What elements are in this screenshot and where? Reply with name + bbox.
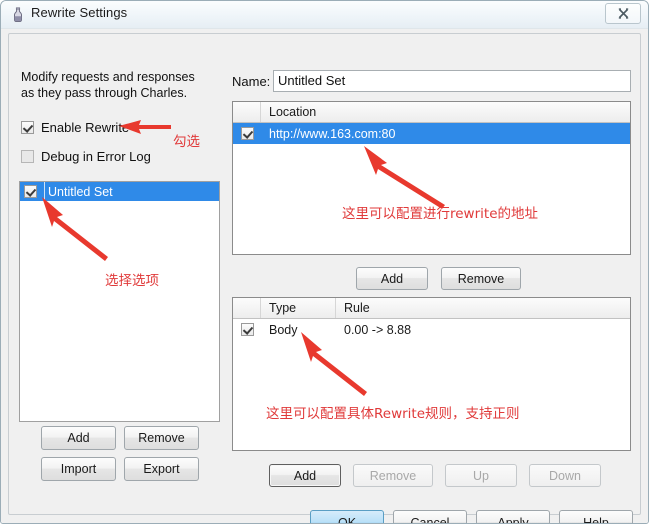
close-icon xyxy=(618,8,628,19)
debug-in-error-log-checkbox[interactable] xyxy=(21,150,34,163)
rule-check-column-header xyxy=(233,298,261,318)
rewrite-settings-dialog: Rewrite Settings Modify requests and res… xyxy=(0,0,649,524)
name-input[interactable]: Untitled Set xyxy=(273,70,631,92)
add-rule-button[interactable]: Add xyxy=(269,464,341,487)
description-text: Modify requests and responses as they pa… xyxy=(21,70,195,100)
annotation-select-set: 选择选项 xyxy=(105,273,159,289)
location-row-checkbox-cell[interactable] xyxy=(233,123,261,144)
table-row[interactable]: Body 0.00 -> 8.88 xyxy=(233,319,630,340)
charles-bottle-icon xyxy=(10,7,26,23)
window-title: Rewrite Settings xyxy=(31,5,128,20)
enable-rewrite-checkbox[interactable] xyxy=(21,121,34,134)
ok-button[interactable]: OK xyxy=(310,510,384,523)
rule-row-checkbox-cell[interactable] xyxy=(233,319,261,340)
set-name-label: Untitled Set xyxy=(48,184,113,199)
annotation-enable-rewrite: 勾选 xyxy=(173,134,200,150)
location-table[interactable]: Location http://www.163.com:80 xyxy=(232,101,631,255)
rule-value-cell: 0.00 -> 8.88 xyxy=(344,322,412,337)
set-enabled-checkbox[interactable] xyxy=(24,185,37,198)
table-row[interactable]: http://www.163.com:80 xyxy=(233,123,630,144)
rule-table-header: Type Rule xyxy=(233,298,630,319)
title-bar: Rewrite Settings xyxy=(1,1,648,29)
remove-set-button[interactable]: Remove xyxy=(124,426,199,450)
import-button[interactable]: Import xyxy=(41,457,116,481)
rule-column-header: Rule xyxy=(344,301,370,315)
move-rule-down-button: Down xyxy=(529,464,601,487)
move-rule-up-button: Up xyxy=(445,464,517,487)
annotation-location-hint: 这里可以配置进行rewrite的地址 xyxy=(342,206,539,222)
list-item[interactable]: Untitled Set xyxy=(20,182,219,201)
remove-location-button[interactable]: Remove xyxy=(441,267,521,290)
debug-in-error-log-label: Debug in Error Log xyxy=(41,149,151,164)
name-label: Name: xyxy=(232,74,271,89)
rule-type-cell: Body xyxy=(269,322,298,337)
location-enabled-checkbox[interactable] xyxy=(240,127,254,140)
cancel-button[interactable]: Cancel xyxy=(393,510,467,523)
add-location-button[interactable]: Add xyxy=(356,267,428,290)
annotation-rule-hint: 这里可以配置具体Rewrite规则，支持正则 xyxy=(266,406,520,422)
location-table-header: Location xyxy=(233,102,630,123)
rule-table[interactable]: Type Rule Body 0.00 -> 8.88 xyxy=(232,297,631,451)
close-button[interactable] xyxy=(605,3,641,24)
help-button[interactable]: Help xyxy=(559,510,633,523)
location-cell: http://www.163.com:80 xyxy=(269,126,396,141)
enable-rewrite-checkbox-row[interactable]: Enable Rewrite xyxy=(21,120,129,135)
add-set-button[interactable]: Add xyxy=(41,426,116,450)
export-button[interactable]: Export xyxy=(124,457,199,481)
location-column-header: Location xyxy=(269,105,317,119)
rewrite-sets-list[interactable]: Untitled Set xyxy=(19,181,220,422)
enable-rewrite-label: Enable Rewrite xyxy=(41,120,130,135)
rule-enabled-checkbox[interactable] xyxy=(240,323,254,336)
dialog-content: Modify requests and responses as they pa… xyxy=(1,29,648,523)
debug-in-error-log-checkbox-row[interactable]: Debug in Error Log xyxy=(21,149,151,164)
remove-rule-button: Remove xyxy=(353,464,433,487)
location-check-column-header xyxy=(233,102,261,122)
apply-button[interactable]: Apply xyxy=(476,510,550,523)
list-column-divider xyxy=(44,182,45,201)
type-column-header: Type xyxy=(261,298,336,318)
